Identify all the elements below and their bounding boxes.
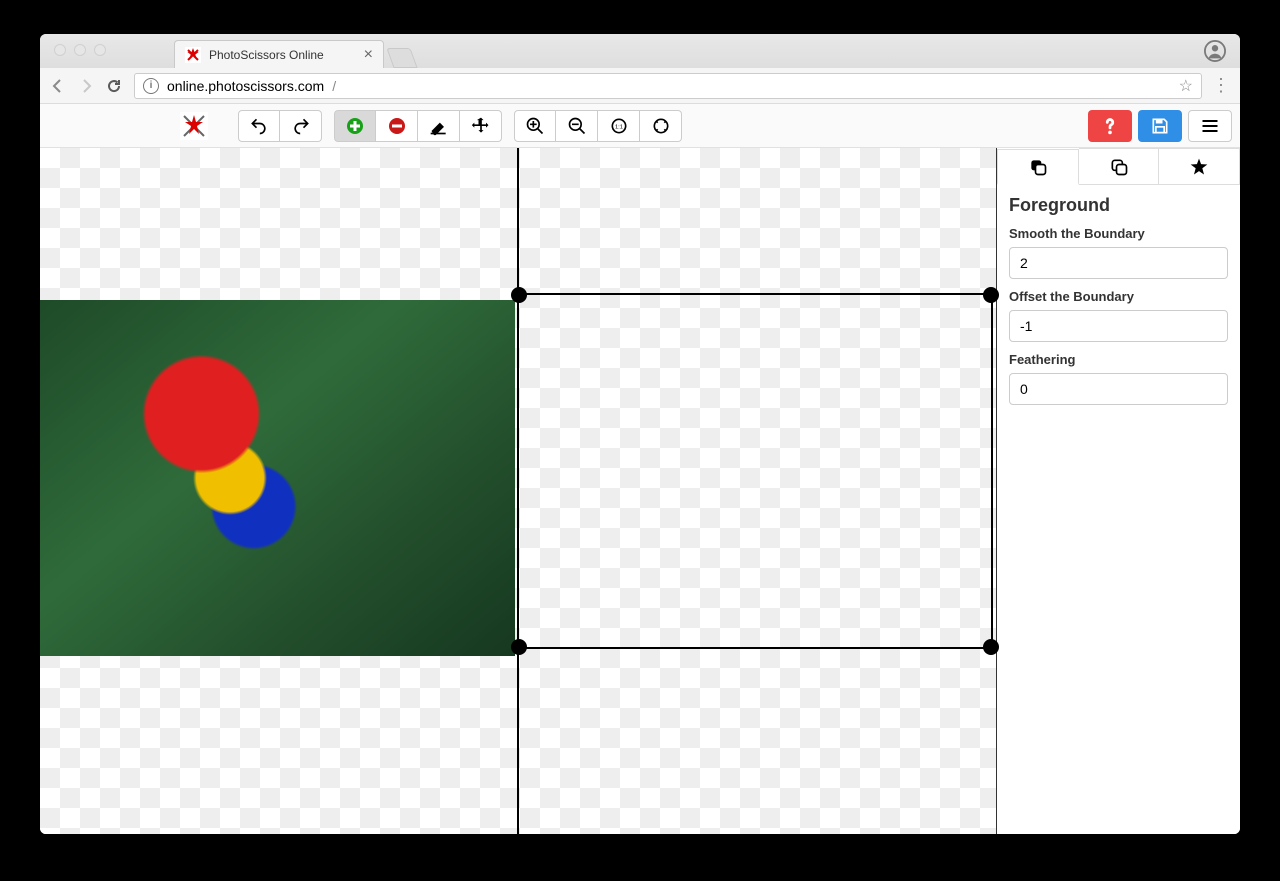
smooth-label: Smooth the Boundary bbox=[1009, 226, 1228, 241]
crop-rectangle[interactable] bbox=[517, 293, 993, 649]
eraser-button[interactable] bbox=[418, 110, 460, 142]
zoom-fit-button[interactable] bbox=[640, 110, 682, 142]
browser-tab[interactable]: PhotoScissors Online × bbox=[174, 40, 384, 68]
address-bar-row: i online.photoscissors.com / ☆ ⋮ bbox=[40, 68, 1240, 104]
svg-text:1:1: 1:1 bbox=[614, 124, 622, 130]
zoom-actual-button[interactable]: 1:1 bbox=[598, 110, 640, 142]
favicon-icon bbox=[185, 47, 201, 63]
crop-handle-tr[interactable] bbox=[983, 287, 999, 303]
help-button[interactable] bbox=[1088, 110, 1132, 142]
tab-background[interactable] bbox=[1079, 148, 1160, 184]
reload-button[interactable] bbox=[106, 78, 124, 94]
feathering-input[interactable] bbox=[1009, 373, 1228, 405]
new-tab-button[interactable] bbox=[386, 48, 417, 68]
window-controls[interactable] bbox=[48, 34, 114, 56]
site-info-icon[interactable]: i bbox=[143, 78, 159, 94]
smooth-boundary-select[interactable]: 2 bbox=[1009, 247, 1228, 279]
app-toolbar: 1:1 bbox=[40, 104, 1240, 148]
app-menu-button[interactable] bbox=[1188, 110, 1232, 142]
mark-background-button[interactable] bbox=[376, 110, 418, 142]
tab-foreground[interactable] bbox=[997, 149, 1079, 185]
browser-window: PhotoScissors Online × i online.photosci… bbox=[40, 34, 1240, 834]
bookmark-star-icon[interactable]: ☆ bbox=[1179, 76, 1193, 96]
mark-foreground-button[interactable] bbox=[334, 110, 376, 142]
source-image bbox=[40, 300, 515, 656]
forward-button[interactable] bbox=[78, 78, 96, 94]
address-bar[interactable]: i online.photoscissors.com / ☆ bbox=[134, 73, 1202, 99]
move-tool-button[interactable] bbox=[460, 110, 502, 142]
properties-sidebar: Foreground Smooth the Boundary 2 Offset … bbox=[996, 148, 1240, 834]
back-button[interactable] bbox=[50, 78, 68, 94]
profile-icon[interactable] bbox=[1204, 40, 1226, 62]
tab-title: PhotoScissors Online bbox=[209, 48, 324, 62]
crop-handle-tl[interactable] bbox=[511, 287, 527, 303]
crop-handle-br[interactable] bbox=[983, 639, 999, 655]
app-root: 1:1 bbox=[40, 104, 1240, 834]
crop-handle-bl[interactable] bbox=[511, 639, 527, 655]
canvas-area[interactable] bbox=[40, 148, 996, 834]
foreground-panel: Foreground Smooth the Boundary 2 Offset … bbox=[997, 185, 1240, 415]
undo-button[interactable] bbox=[238, 110, 280, 142]
sidebar-tabs bbox=[997, 148, 1240, 185]
feathering-label: Feathering bbox=[1009, 352, 1228, 367]
offset-boundary-input[interactable] bbox=[1009, 310, 1228, 342]
workspace: Foreground Smooth the Boundary 2 Offset … bbox=[40, 148, 1240, 834]
url-host: online.photoscissors.com bbox=[167, 78, 324, 94]
url-path: / bbox=[332, 78, 336, 94]
tab-effect[interactable] bbox=[1159, 148, 1240, 184]
tab-strip: PhotoScissors Online × bbox=[40, 34, 1240, 68]
close-tab-icon[interactable]: × bbox=[364, 47, 373, 63]
zoom-in-button[interactable] bbox=[514, 110, 556, 142]
app-logo-icon bbox=[180, 112, 208, 140]
offset-label: Offset the Boundary bbox=[1009, 289, 1228, 304]
panel-heading: Foreground bbox=[1009, 195, 1228, 216]
zoom-out-button[interactable] bbox=[556, 110, 598, 142]
browser-menu-icon[interactable]: ⋮ bbox=[1212, 75, 1230, 96]
redo-button[interactable] bbox=[280, 110, 322, 142]
save-button[interactable] bbox=[1138, 110, 1182, 142]
